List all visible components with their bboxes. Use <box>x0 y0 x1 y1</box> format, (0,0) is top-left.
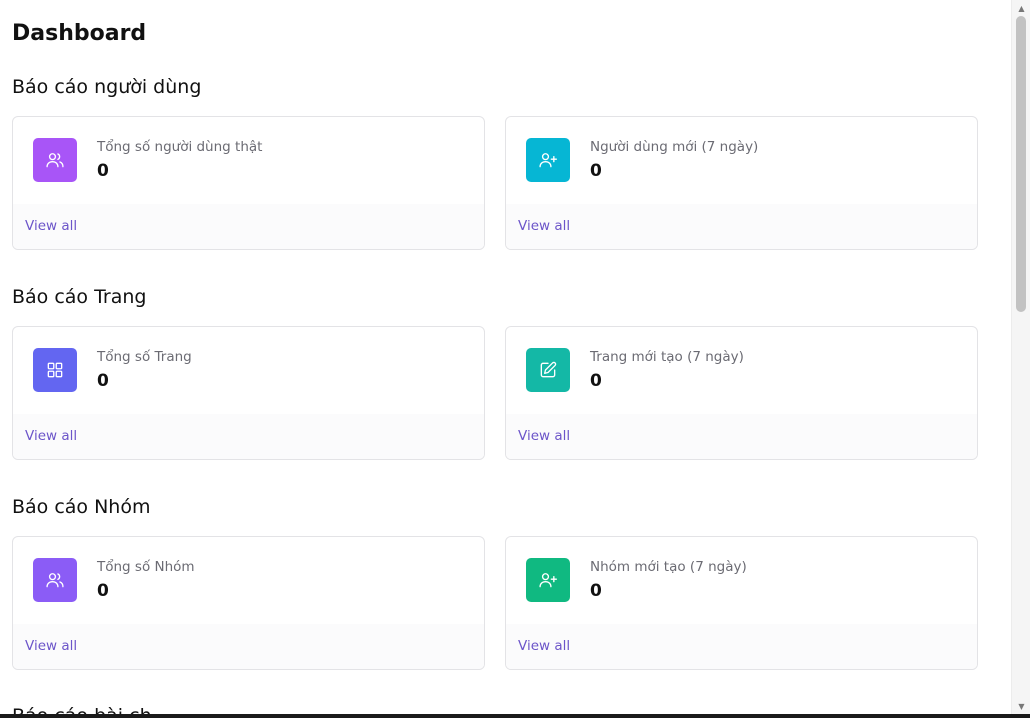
card-footer: View all <box>13 204 484 249</box>
section-title: Báo cáo Nhóm <box>12 496 151 518</box>
vertical-scrollbar[interactable]: ▲ ▼ <box>1011 0 1030 718</box>
stat-label: Tổng số Trang <box>97 349 192 365</box>
card-footer: View all <box>13 624 484 669</box>
stat-value: 0 <box>97 581 109 601</box>
stat-value: 0 <box>97 371 109 391</box>
window-bottom-border <box>0 714 1030 718</box>
stat-value: 0 <box>590 371 602 391</box>
stat-label: Tổng số Nhóm <box>97 559 195 575</box>
edit-page-icon <box>526 348 570 392</box>
view-all-link[interactable]: View all <box>25 218 77 234</box>
stat-value: 0 <box>97 161 109 181</box>
user-plus-icon <box>526 558 570 602</box>
scroll-down-arrow-icon[interactable]: ▼ <box>1012 698 1030 714</box>
section-group-report: Báo cáo Nhóm Tổng số Nhóm 0 View all Nhó… <box>12 495 978 670</box>
scroll-up-arrow-icon[interactable]: ▲ <box>1012 0 1030 16</box>
view-all-link[interactable]: View all <box>25 638 77 654</box>
section-title: Báo cáo Trang <box>12 286 147 308</box>
view-all-link[interactable]: View all <box>518 638 570 654</box>
users-icon <box>33 138 77 182</box>
section-page-report: Báo cáo Trang Tổng số Trang 0 View all T… <box>12 285 978 460</box>
user-plus-icon <box>526 138 570 182</box>
section-user-report: Báo cáo người dùng Tổng số người dùng th… <box>12 75 978 250</box>
page-title: Dashboard <box>12 21 147 46</box>
users-icon <box>33 558 77 602</box>
view-all-link[interactable]: View all <box>518 218 570 234</box>
stat-label: Người dùng mới (7 ngày) <box>590 139 759 155</box>
view-all-link[interactable]: View all <box>25 428 77 444</box>
stat-card-total-pages: Tổng số Trang 0 View all <box>12 326 485 460</box>
view-all-link[interactable]: View all <box>518 428 570 444</box>
section-title: Báo cáo người dùng <box>12 76 202 98</box>
card-footer: View all <box>506 624 977 669</box>
stat-cards: Tổng số người dùng thật 0 View all Người… <box>12 116 978 250</box>
stat-cards: Tổng số Trang 0 View all Trang mới tạo (… <box>12 326 978 460</box>
stat-value: 0 <box>590 161 602 181</box>
stat-card-total-groups: Tổng số Nhóm 0 View all <box>12 536 485 670</box>
stat-label: Trang mới tạo (7 ngày) <box>590 349 744 365</box>
dashboard-page: Dashboard Báo cáo người dùng Tổng số ngư… <box>0 0 1030 718</box>
stat-label: Tổng số người dùng thật <box>97 139 263 155</box>
stat-value: 0 <box>590 581 602 601</box>
stat-cards: Tổng số Nhóm 0 View all Nhóm mới tạo (7 … <box>12 536 978 670</box>
card-footer: View all <box>506 414 977 459</box>
stat-card-new-users: Người dùng mới (7 ngày) 0 View all <box>505 116 978 250</box>
stat-card-total-users: Tổng số người dùng thật 0 View all <box>12 116 485 250</box>
stat-card-new-groups: Nhóm mới tạo (7 ngày) 0 View all <box>505 536 978 670</box>
card-footer: View all <box>506 204 977 249</box>
stat-card-new-pages: Trang mới tạo (7 ngày) 0 View all <box>505 326 978 460</box>
stat-label: Nhóm mới tạo (7 ngày) <box>590 559 747 575</box>
card-footer: View all <box>13 414 484 459</box>
scroll-thumb[interactable] <box>1016 16 1026 312</box>
grid-icon <box>33 348 77 392</box>
